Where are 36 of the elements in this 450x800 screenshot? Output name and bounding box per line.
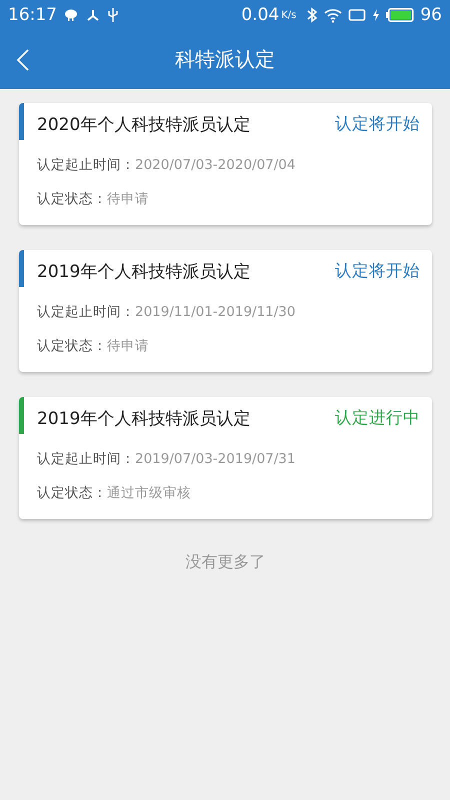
card-title: 2020年个人科技特派员认定 xyxy=(37,114,250,136)
page-title: 科特派认定 xyxy=(175,46,275,73)
state-value: 通过市级审核 xyxy=(107,484,191,502)
card-status: 认定将开始 xyxy=(335,113,420,135)
period-label: 认定起止时间： xyxy=(37,156,135,174)
clock-time: 16:17 xyxy=(8,5,57,25)
network-speed: 0.04 xyxy=(241,5,280,25)
bluetooth-icon xyxy=(306,7,318,23)
period-label: 认定起止时间： xyxy=(37,303,135,321)
period-value: 2019/07/03-2019/07/31 xyxy=(135,451,296,467)
state-label: 认定状态： xyxy=(37,190,107,208)
card-title: 2019年个人科技特派员认定 xyxy=(37,260,250,282)
period-value: 2020/07/03-2020/07/04 xyxy=(135,157,296,173)
wifi-icon xyxy=(324,7,342,23)
period-label: 认定起止时间： xyxy=(37,450,135,468)
certification-card[interactable]: 2019年个人科技特派员认定 认定进行中 认定起止时间：2019/07/03-2019/07/31 认定状态：通过市级审核 xyxy=(19,397,432,519)
card-status: 认定进行中 xyxy=(335,407,420,429)
state-value: 待申请 xyxy=(107,337,149,355)
share-icon xyxy=(85,7,101,23)
state-value: 待申请 xyxy=(107,190,149,208)
card-title: 2019年个人科技特派员认定 xyxy=(37,408,250,430)
state-label: 认定状态： xyxy=(37,337,107,355)
no-more-text: 没有更多了 xyxy=(184,552,266,573)
battery-percent: 96 xyxy=(420,5,442,25)
battery-icon xyxy=(386,7,414,23)
cloud-icon xyxy=(63,7,79,23)
state-label: 认定状态： xyxy=(37,484,107,502)
certification-card[interactable]: 2019年个人科技特派员认定 认定将开始 认定起止时间：2019/11/01-2019/11/30 认定状态：待申请 xyxy=(19,250,432,372)
card-status: 认定将开始 xyxy=(335,260,420,282)
charging-icon xyxy=(372,8,380,22)
certification-card[interactable]: 2020年个人科技特派员认定 认定将开始 认定起止时间：2020/07/03-2020/07/04 认定状态：待申请 xyxy=(19,103,432,225)
period-value: 2019/11/01-2019/11/30 xyxy=(135,304,296,320)
usb-icon xyxy=(107,7,119,23)
screen-icon xyxy=(348,8,366,22)
back-icon xyxy=(16,48,30,72)
speed-unit: K/s xyxy=(281,10,296,20)
